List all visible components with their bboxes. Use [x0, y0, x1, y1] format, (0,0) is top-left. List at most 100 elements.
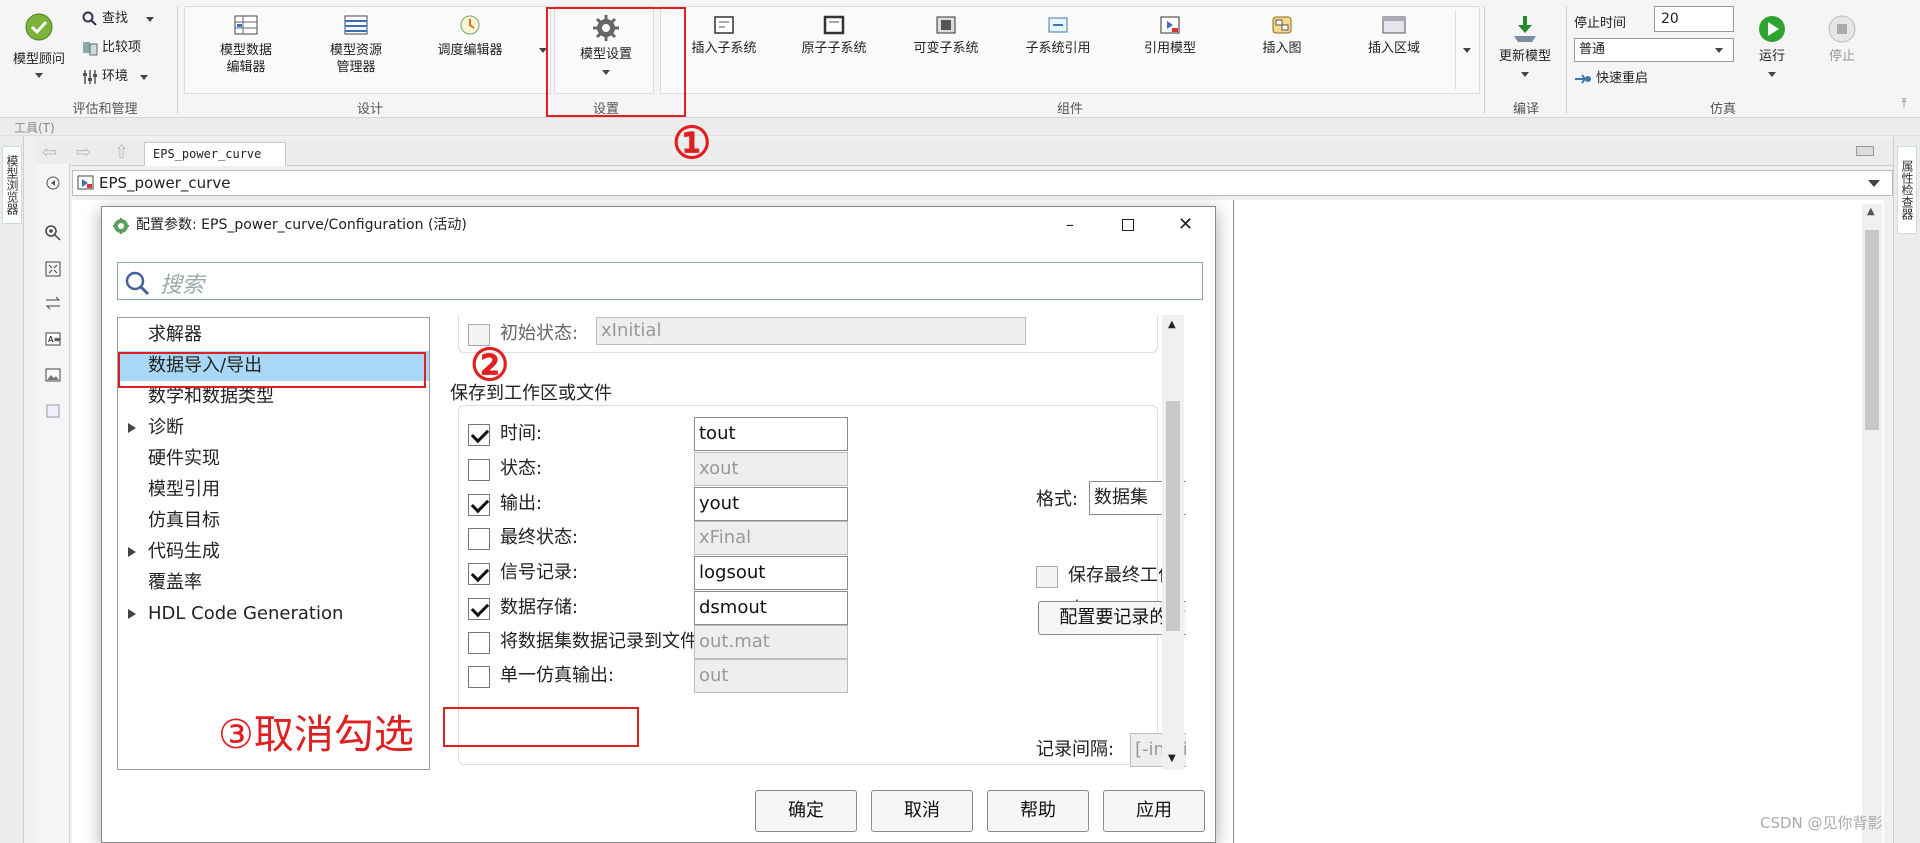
collapse-ribbon-icon[interactable]: ⤒ [1896, 96, 1912, 112]
minimize-icon[interactable]: – [1066, 207, 1074, 243]
up-arrow-icon[interactable]: ⇧ [114, 142, 129, 163]
model-advisor-button[interactable]: 模型顾问 [6, 12, 72, 88]
expand-arrow-icon[interactable] [128, 609, 136, 619]
stop-time-input[interactable]: 20 [1654, 6, 1734, 32]
scroll-up-icon[interactable]: ▲ [1168, 319, 1176, 330]
back-arrow-icon[interactable]: ⇦ [42, 142, 57, 163]
save-row-field[interactable]: logsout [694, 556, 848, 590]
find-button[interactable]: 查找 [82, 8, 155, 30]
scrollbar-thumb[interactable] [1865, 230, 1879, 430]
save-row-field[interactable]: out [694, 659, 848, 693]
save-row-field[interactable]: yout [694, 487, 848, 521]
panel-scrollbar-thumb[interactable] [1166, 401, 1180, 631]
schedule-editor-button[interactable]: 调度编辑器 [420, 14, 520, 86]
image-icon[interactable] [42, 364, 64, 386]
model-reference-button[interactable]: 引用模型 [1120, 14, 1220, 86]
save-row-field[interactable]: out.mat [694, 625, 848, 659]
annotation-one: ① [672, 118, 712, 169]
arrows-icon[interactable] [42, 292, 64, 314]
maximize-icon[interactable] [1122, 219, 1134, 231]
tree-item[interactable]: 模型引用 [118, 475, 429, 505]
fast-restart-icon [1575, 73, 1591, 84]
expand-arrow-icon[interactable] [128, 547, 136, 557]
fast-restart-toggle[interactable]: 快速重启 [1574, 68, 1648, 90]
forward-arrow-icon[interactable]: ⇨ [76, 142, 91, 163]
model-data-editor-button[interactable]: 模型数据 编辑器 [196, 14, 296, 86]
chevron-down-icon [1463, 48, 1471, 53]
atomic-subsystem-icon [823, 15, 845, 35]
save-row-checkbox[interactable] [468, 494, 490, 516]
tree-item-label: 硬件实现 [148, 448, 220, 469]
tree-item[interactable]: HDL Code Generation [118, 599, 429, 629]
atomic-subsystem-button[interactable]: 原子子系统 [784, 14, 884, 86]
help-button[interactable]: 帮助 [987, 790, 1089, 832]
expand-arrow-icon[interactable] [128, 423, 136, 433]
save-row-checkbox[interactable] [468, 598, 490, 620]
model-path-label[interactable]: EPS_power_curve [99, 174, 230, 192]
save-row: 单一仿真输出: out [468, 659, 1168, 693]
run-label: 运行 [1758, 49, 1785, 64]
model-browser-tab[interactable]: 模型浏览器 [2, 146, 22, 224]
save-row-checkbox[interactable] [468, 563, 490, 585]
simulation-mode-value: 普通 [1579, 42, 1606, 57]
tree-item[interactable]: 求解器 [118, 320, 429, 350]
annotation-icon[interactable]: A≡ [42, 328, 64, 350]
zoom-in-icon[interactable] [42, 222, 64, 244]
save-row-checkbox[interactable] [468, 632, 490, 654]
save-row-field[interactable]: xFinal [694, 521, 848, 555]
scroll-up-icon[interactable]: ▲ [1867, 206, 1875, 217]
search-input[interactable]: 搜索 [117, 262, 1203, 300]
tree-item-label: 数学和数据类型 [148, 386, 274, 407]
subsystem-reference-button[interactable]: 子系统引用 [1008, 14, 1108, 86]
save-final-op-checkbox[interactable] [1036, 566, 1058, 588]
save-row-field[interactable]: xout [694, 452, 848, 486]
panel-scrollbar[interactable]: ▲ ▼ [1162, 315, 1184, 770]
tree-item[interactable]: 硬件实现 [118, 444, 429, 474]
keyboard-icon[interactable] [1856, 146, 1874, 156]
save-row-checkbox[interactable] [468, 459, 490, 481]
model-icon [77, 175, 94, 190]
scroll-down-icon[interactable]: ▼ [1168, 753, 1176, 764]
cancel-button[interactable]: 取消 [871, 790, 973, 832]
compare-button[interactable]: 比较项 [82, 37, 141, 59]
save-row-checkbox[interactable] [468, 528, 490, 550]
tree-item[interactable]: 代码生成 [118, 537, 429, 567]
canvas-vertical-scrollbar[interactable]: ▲ [1862, 204, 1882, 843]
hide-explorer-icon[interactable] [42, 172, 64, 194]
environment-button[interactable]: 环境 [82, 66, 149, 88]
save-row-label: 单一仿真输出: [500, 665, 615, 686]
tree-item[interactable]: 覆盖率 [118, 568, 429, 598]
tree-item[interactable]: 诊断 [118, 413, 429, 443]
variant-subsystem-button[interactable]: 可变子系统 [896, 14, 996, 86]
close-icon[interactable]: ✕ [1178, 207, 1193, 243]
tree-item-label: 覆盖率 [148, 572, 202, 593]
tools-menu[interactable]: 工具(T) [14, 119, 55, 136]
chevron-down-icon [35, 73, 43, 78]
save-row-checkbox[interactable] [468, 424, 490, 446]
apply-button[interactable]: 应用 [1103, 790, 1205, 832]
update-model-button[interactable]: 更新模型 [1475, 14, 1575, 86]
run-button[interactable]: 运行 [1746, 14, 1798, 86]
simulation-mode-select[interactable]: 普通 [1574, 38, 1734, 62]
component-gallery-scroll[interactable] [1455, 10, 1477, 90]
stop-button[interactable]: 停止 [1816, 14, 1868, 86]
path-dropdown-icon[interactable] [1868, 180, 1880, 187]
save-row-field[interactable]: tout [694, 417, 848, 451]
ok-button[interactable]: 确定 [755, 790, 857, 832]
model-data-editor-label: 模型数据 编辑器 [219, 43, 272, 75]
insert-chart-button[interactable]: 插入图 [1232, 14, 1332, 86]
property-inspector-tab[interactable]: 属性检查器 [1897, 146, 1917, 234]
tab-eps-power-curve[interactable]: EPS_power_curve [144, 142, 286, 166]
fit-to-view-icon[interactable] [42, 258, 64, 280]
dialog-title-bar: 配置参数: EPS_power_curve/Configuration (活动)… [102, 207, 1215, 243]
area-icon [1382, 16, 1406, 34]
insert-subsystem-button[interactable]: 插入子系统 [674, 14, 774, 86]
area-tool-icon[interactable] [42, 400, 64, 422]
tree-item[interactable]: 仿真目标 [118, 506, 429, 536]
insert-subsystem-label: 插入子系统 [691, 41, 757, 56]
save-row-checkbox[interactable] [468, 666, 490, 688]
insert-area-button[interactable]: 插入区域 [1344, 14, 1444, 86]
save-row-field[interactable]: dsmout [694, 591, 848, 625]
model-explorer-button[interactable]: 模型资源 管理器 [306, 14, 406, 86]
initial-state-field[interactable]: xInitial [596, 317, 1026, 345]
